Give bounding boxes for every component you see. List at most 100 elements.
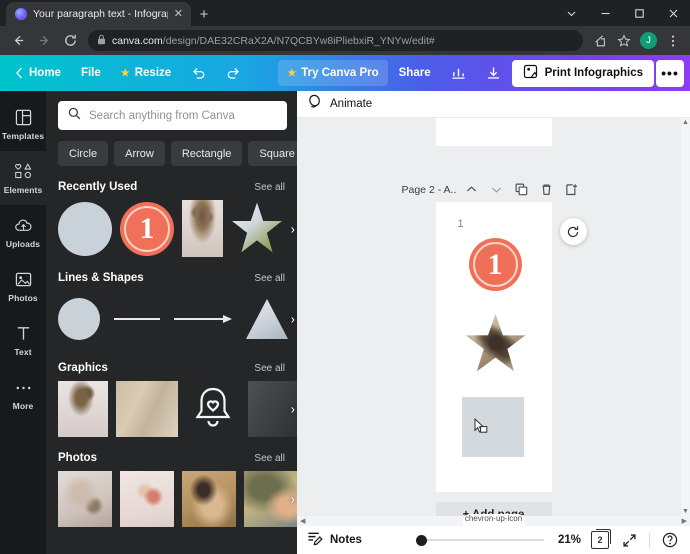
move-page-up-icon[interactable] bbox=[462, 180, 481, 199]
sidebar-item-uploads[interactable]: Uploads bbox=[0, 205, 46, 259]
move-page-down-icon[interactable] bbox=[487, 180, 506, 199]
canvas-star-photo-element[interactable] bbox=[465, 314, 526, 372]
graphic-bell-heart[interactable] bbox=[186, 381, 240, 437]
animate-toolbar: Animate bbox=[297, 91, 690, 118]
file-menu-button[interactable]: File bbox=[72, 60, 110, 86]
window-titlebar: Your paragraph text - Infographi ✕ + bbox=[0, 0, 690, 26]
photo-pink-petals[interactable] bbox=[120, 471, 174, 527]
shape-circle[interactable] bbox=[58, 298, 100, 340]
insights-button[interactable] bbox=[442, 60, 475, 86]
sidebar-label-more: More bbox=[12, 400, 34, 411]
back-arrow-icon[interactable] bbox=[6, 29, 30, 53]
close-tab-icon[interactable]: ✕ bbox=[174, 8, 183, 20]
see-all-lines-shapes[interactable]: See all bbox=[254, 273, 285, 284]
photos-next-icon[interactable]: › bbox=[291, 492, 295, 507]
url-address-bar[interactable]: canva.com/design/DAE32CRaX2A/N7QCBYw8iPl… bbox=[88, 30, 583, 51]
tab-search-chevron-down-icon[interactable] bbox=[554, 0, 588, 26]
zoom-slider-handle[interactable] bbox=[416, 534, 427, 546]
element-number-one-badge[interactable]: 1 bbox=[120, 201, 174, 256]
scroll-left-icon[interactable]: ◀ bbox=[300, 517, 305, 525]
new-tab-button[interactable]: + bbox=[191, 2, 217, 26]
share-button[interactable]: Share bbox=[390, 60, 440, 86]
reload-icon[interactable] bbox=[58, 29, 82, 53]
sidebar-item-more[interactable]: More bbox=[0, 367, 46, 421]
close-window-icon[interactable] bbox=[656, 0, 690, 26]
refresh-design-button[interactable] bbox=[559, 218, 587, 245]
lock-page-icon[interactable] bbox=[562, 180, 581, 199]
canvas-horizontal-scrollbar[interactable]: ◀ ▶ chevron-up-icon bbox=[297, 514, 690, 527]
canvas-gray-square-element[interactable] bbox=[461, 397, 524, 457]
zoom-percentage[interactable]: 21% bbox=[554, 534, 581, 546]
bookmark-star-icon[interactable] bbox=[613, 30, 635, 52]
shape-arrow[interactable] bbox=[174, 313, 232, 325]
ellipsis-icon bbox=[15, 378, 32, 398]
canvas-number-badge[interactable]: 1 bbox=[468, 238, 522, 291]
photo-woman-portrait[interactable] bbox=[182, 471, 236, 527]
element-dried-flower-photo[interactable] bbox=[182, 200, 223, 257]
see-all-graphics[interactable]: See all bbox=[254, 363, 285, 374]
element-gray-circle[interactable] bbox=[58, 201, 112, 256]
profile-avatar[interactable]: J bbox=[640, 32, 657, 49]
editor-statusbar: Notes 21% 2 bbox=[297, 526, 690, 554]
minimize-icon[interactable] bbox=[588, 0, 622, 26]
kebab-menu-icon[interactable] bbox=[662, 30, 684, 52]
duplicate-page-icon[interactable] bbox=[512, 180, 531, 199]
scroll-right-icon[interactable]: ▶ bbox=[682, 517, 687, 525]
photo-hands-on-tree[interactable] bbox=[244, 471, 297, 527]
sidebar-item-text[interactable]: Text bbox=[0, 313, 46, 367]
scroll-down-icon[interactable]: ▼ bbox=[682, 507, 689, 516]
lines-shapes-next-icon[interactable]: › bbox=[291, 312, 295, 327]
see-all-recently-used[interactable]: See all bbox=[254, 182, 285, 193]
search-container[interactable]: Search anything from Canva bbox=[58, 101, 287, 130]
undo-button[interactable] bbox=[182, 60, 215, 86]
recently-used-next-icon[interactable]: › bbox=[291, 221, 295, 236]
chip-circle[interactable]: Circle bbox=[58, 141, 109, 166]
chip-rectangle[interactable]: Rectangle bbox=[170, 141, 243, 166]
timeline-expand-handle[interactable]: chevron-up-icon bbox=[462, 514, 525, 527]
zoom-slider[interactable] bbox=[416, 534, 544, 546]
graphic-beige-abstract[interactable] bbox=[116, 381, 178, 437]
print-infographics-button[interactable]: Print Infographics bbox=[511, 59, 654, 87]
sidebar-item-photos[interactable]: Photos bbox=[0, 259, 46, 313]
redo-button[interactable] bbox=[217, 60, 250, 86]
page-name-label[interactable]: Page 2 - A.. bbox=[402, 184, 457, 196]
search-input[interactable]: Search anything from Canva bbox=[89, 110, 235, 122]
page-count-badge[interactable]: 2 bbox=[591, 529, 611, 549]
photo-icon bbox=[15, 270, 32, 290]
zoom-slider-track[interactable] bbox=[427, 539, 544, 541]
notes-button[interactable]: Notes bbox=[307, 531, 362, 549]
page-canvas[interactable]: 1 1 bbox=[435, 202, 552, 492]
chip-arrow[interactable]: Arrow bbox=[114, 141, 165, 166]
elements-icon bbox=[14, 162, 33, 182]
previous-page-edge[interactable] bbox=[435, 118, 552, 146]
share-icon[interactable] bbox=[589, 30, 611, 52]
photo-dried-flowers[interactable] bbox=[58, 471, 112, 527]
sidebar-item-elements[interactable]: Elements bbox=[0, 151, 46, 205]
chip-square[interactable]: Square bbox=[248, 141, 297, 166]
forward-arrow-icon[interactable] bbox=[32, 29, 56, 53]
resize-button[interactable]: ★ Resize bbox=[112, 60, 180, 86]
shape-triangle[interactable] bbox=[246, 299, 288, 339]
canvas-vertical-scrollbar[interactable]: ▲ ▼ bbox=[681, 118, 690, 516]
see-all-photos[interactable]: See all bbox=[254, 453, 285, 464]
sidebar-item-templates[interactable]: Templates bbox=[0, 97, 46, 151]
maximize-icon[interactable] bbox=[622, 0, 656, 26]
help-icon[interactable] bbox=[660, 530, 680, 550]
try-canva-pro-button[interactable]: ★ Try Canva Pro bbox=[278, 60, 388, 86]
fullscreen-expand-icon[interactable] bbox=[619, 530, 639, 550]
toolbar-more-button[interactable]: ••• bbox=[656, 59, 684, 87]
home-button[interactable]: Home bbox=[6, 60, 70, 86]
graphic-dried-flower[interactable] bbox=[58, 381, 108, 437]
animate-label[interactable]: Animate bbox=[330, 98, 372, 110]
browser-tab[interactable]: Your paragraph text - Infographi ✕ bbox=[6, 2, 191, 26]
graphic-dark-gradient[interactable] bbox=[248, 381, 297, 437]
element-star-shape[interactable] bbox=[232, 202, 282, 253]
graphics-next-icon[interactable]: › bbox=[291, 402, 295, 417]
download-button[interactable] bbox=[477, 60, 510, 86]
delete-page-icon[interactable] bbox=[537, 180, 556, 199]
app-body: Templates Elements Uploads Photos Text M… bbox=[0, 91, 690, 554]
shape-line[interactable] bbox=[114, 318, 160, 320]
canvas-viewport[interactable]: Page 2 - A.. 1 1 + Add page ▲ ▼ bbox=[297, 118, 690, 516]
editor-area: Animate Page 2 - A.. 1 1 + Add page ▲ ▼ … bbox=[297, 91, 690, 554]
scroll-up-icon[interactable]: ▲ bbox=[682, 118, 689, 127]
